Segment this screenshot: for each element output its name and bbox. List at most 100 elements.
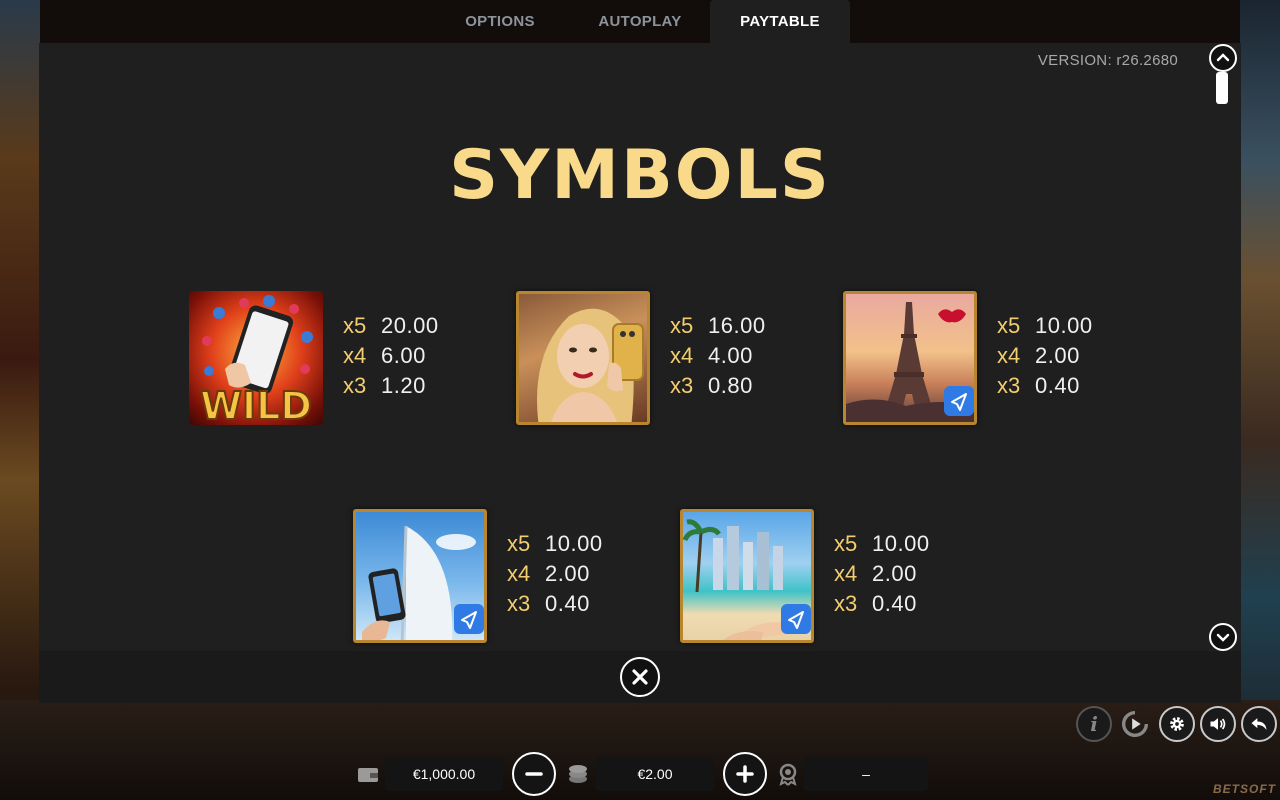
beach-skyline-icon [683,519,811,640]
payout-value: 0.40 [872,591,917,616]
payout-value: 2.00 [545,561,590,586]
decrease-bet-button[interactable] [512,752,556,796]
payout-row: x3 1.20 [343,373,439,403]
bet-display: €2.00 [596,757,714,791]
payout-row: x4 6.00 [343,343,439,373]
game-background-left [0,0,40,800]
close-icon [632,669,648,685]
payout-multiplier: x5 [507,531,531,556]
payout-row: x4 2.00 [997,343,1093,373]
payout-multiplier: x4 [670,343,694,368]
payout-value: 4.00 [708,343,753,368]
payout-value: 16.00 [708,313,766,338]
scroll-up-button[interactable] [1209,44,1237,72]
payout-row: x5 16.00 [670,313,766,343]
payout-multiplier: x3 [997,373,1021,398]
payout-row: x5 10.00 [507,531,603,561]
minus-icon [525,772,543,776]
payout-value: 10.00 [545,531,603,556]
payout-value: 0.40 [1035,373,1080,398]
back-button[interactable] [1241,706,1277,742]
payout-row: x3 0.80 [670,373,766,403]
settings-tabs: OPTIONS AUTOPLAY PAYTABLE [430,0,850,43]
autoplay-button[interactable] [1117,706,1153,742]
paytable-entry: x5 16.00 x4 4.00 x3 0.80 [516,291,766,425]
paytable-entry: x5 10.00 x4 2.00 x3 0.40 [680,509,930,643]
speaker-icon [1210,718,1226,730]
sound-button[interactable] [1200,706,1236,742]
payout-multiplier: x4 [834,561,858,586]
payout-multiplier: x5 [834,531,858,556]
payout-multiplier: x3 [507,591,531,616]
payout-multiplier: x5 [343,313,367,338]
paytable-entry: WILD x5 20.00 x4 6.00 x3 1.20 [189,291,439,425]
payout-multiplier: x5 [670,313,694,338]
chevron-down-icon [1216,633,1230,642]
coins-icon [569,765,587,783]
tab-paytable[interactable]: PAYTABLE [710,0,850,43]
gear-icon [1170,717,1184,731]
chevron-up-icon [1216,53,1230,62]
wild-label: WILD [200,384,312,425]
section-title: SYMBOLS [449,136,831,215]
woman-selfie-icon [537,308,644,422]
payout-multiplier: x3 [670,373,694,398]
payout-row: x4 4.00 [670,343,766,373]
paytable-entry: x5 10.00 x4 2.00 x3 0.40 [353,509,603,643]
payout-row: x4 2.00 [834,561,930,591]
payout-list: x5 10.00 x4 2.00 x3 0.40 [997,313,1093,403]
payout-value: 20.00 [381,313,439,338]
payout-value: 0.40 [545,591,590,616]
payout-value: 2.00 [872,561,917,586]
payout-list: x5 10.00 x4 2.00 x3 0.40 [834,531,930,621]
game-background-right [1240,0,1280,800]
eiffel-tower-icon [846,302,974,422]
payout-list: x5 20.00 x4 6.00 x3 1.20 [343,313,439,403]
payout-row: x3 0.40 [507,591,603,621]
payout-value: 0.80 [708,373,753,398]
win-badge-icon [779,763,797,786]
payout-row: x3 0.40 [997,373,1093,403]
payout-value: 10.00 [872,531,930,556]
close-paytable-button[interactable] [620,657,660,697]
scrollbar-thumb[interactable] [1216,72,1228,104]
payout-list: x5 10.00 x4 2.00 x3 0.40 [507,531,603,621]
wild-phone-icon: WILD [199,295,313,425]
beach-skyline-symbol [680,509,814,643]
payout-value: 6.00 [381,343,426,368]
wallet-icon [358,768,378,782]
payout-row: x5 20.00 [343,313,439,343]
payout-multiplier: x4 [507,561,531,586]
paytable-entry: x5 10.00 x4 2.00 x3 0.40 [843,291,1093,425]
info-icon: i [1090,712,1098,736]
payout-value: 1.20 [381,373,426,398]
eiffel-tower-symbol [843,291,977,425]
payout-row: x5 10.00 [834,531,930,561]
woman-selfie-symbol [516,291,650,425]
settings-button[interactable] [1159,706,1195,742]
payout-row: x4 2.00 [507,561,603,591]
balance-display: €1,000.00 [385,757,503,791]
payout-row: x5 10.00 [997,313,1093,343]
payout-multiplier: x3 [834,591,858,616]
increase-bet-button[interactable] [723,752,767,796]
payout-value: 2.00 [1035,343,1080,368]
plus-icon [736,765,754,783]
tab-autoplay[interactable]: AUTOPLAY [570,0,710,43]
payout-multiplier: x4 [997,343,1021,368]
burj-al-arab-icon [362,525,484,640]
scroll-down-button[interactable] [1209,623,1237,651]
info-button[interactable]: i [1076,706,1112,742]
wild-phone-symbol: WILD [189,291,323,425]
win-display: – [804,757,928,791]
paytable-panel: VERSION: r26.2680 SYMBOLS WILD x5 20.00 … [39,43,1241,703]
autoplay-icon [1122,710,1149,737]
payout-list: x5 16.00 x4 4.00 x3 0.80 [670,313,766,403]
payout-multiplier: x3 [343,373,367,398]
payout-multiplier: x4 [343,343,367,368]
payout-row: x3 0.40 [834,591,930,621]
brand-logo: BETSOFT [1213,782,1276,796]
back-arrow-icon [1251,718,1267,730]
payout-value: 10.00 [1035,313,1093,338]
tab-options[interactable]: OPTIONS [430,0,570,43]
